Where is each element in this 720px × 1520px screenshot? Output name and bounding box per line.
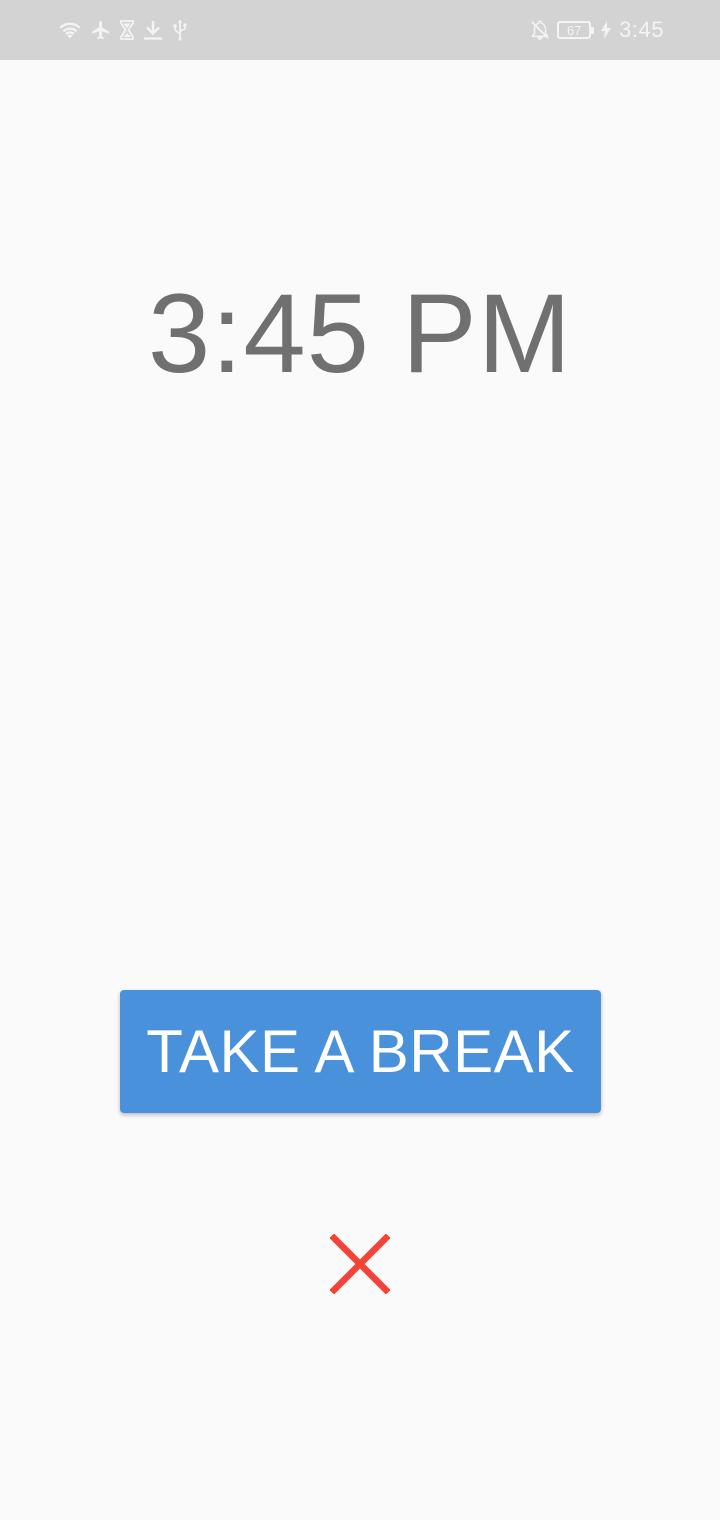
status-icons-left: [58, 16, 188, 44]
download-icon: [142, 19, 164, 41]
battery-icon: 67: [557, 21, 595, 39]
battery-level: 67: [566, 22, 582, 38]
hourglass-icon: [120, 20, 134, 40]
take-a-break-button[interactable]: TAKE A BREAK: [120, 990, 601, 1113]
status-bar: 67 3:45: [0, 0, 720, 60]
close-icon: [329, 1232, 391, 1299]
status-bar-time: 3:45: [619, 17, 664, 42]
airplane-icon: [90, 19, 112, 41]
wifi-icon: [58, 19, 82, 41]
notifications-off-icon: [529, 19, 551, 41]
close-button[interactable]: [322, 1228, 398, 1304]
charging-icon: [601, 21, 612, 39]
usb-icon: [172, 19, 188, 41]
current-time-display: 3:45 PM: [147, 271, 573, 396]
status-icons-right: 67 3:45: [529, 16, 664, 44]
